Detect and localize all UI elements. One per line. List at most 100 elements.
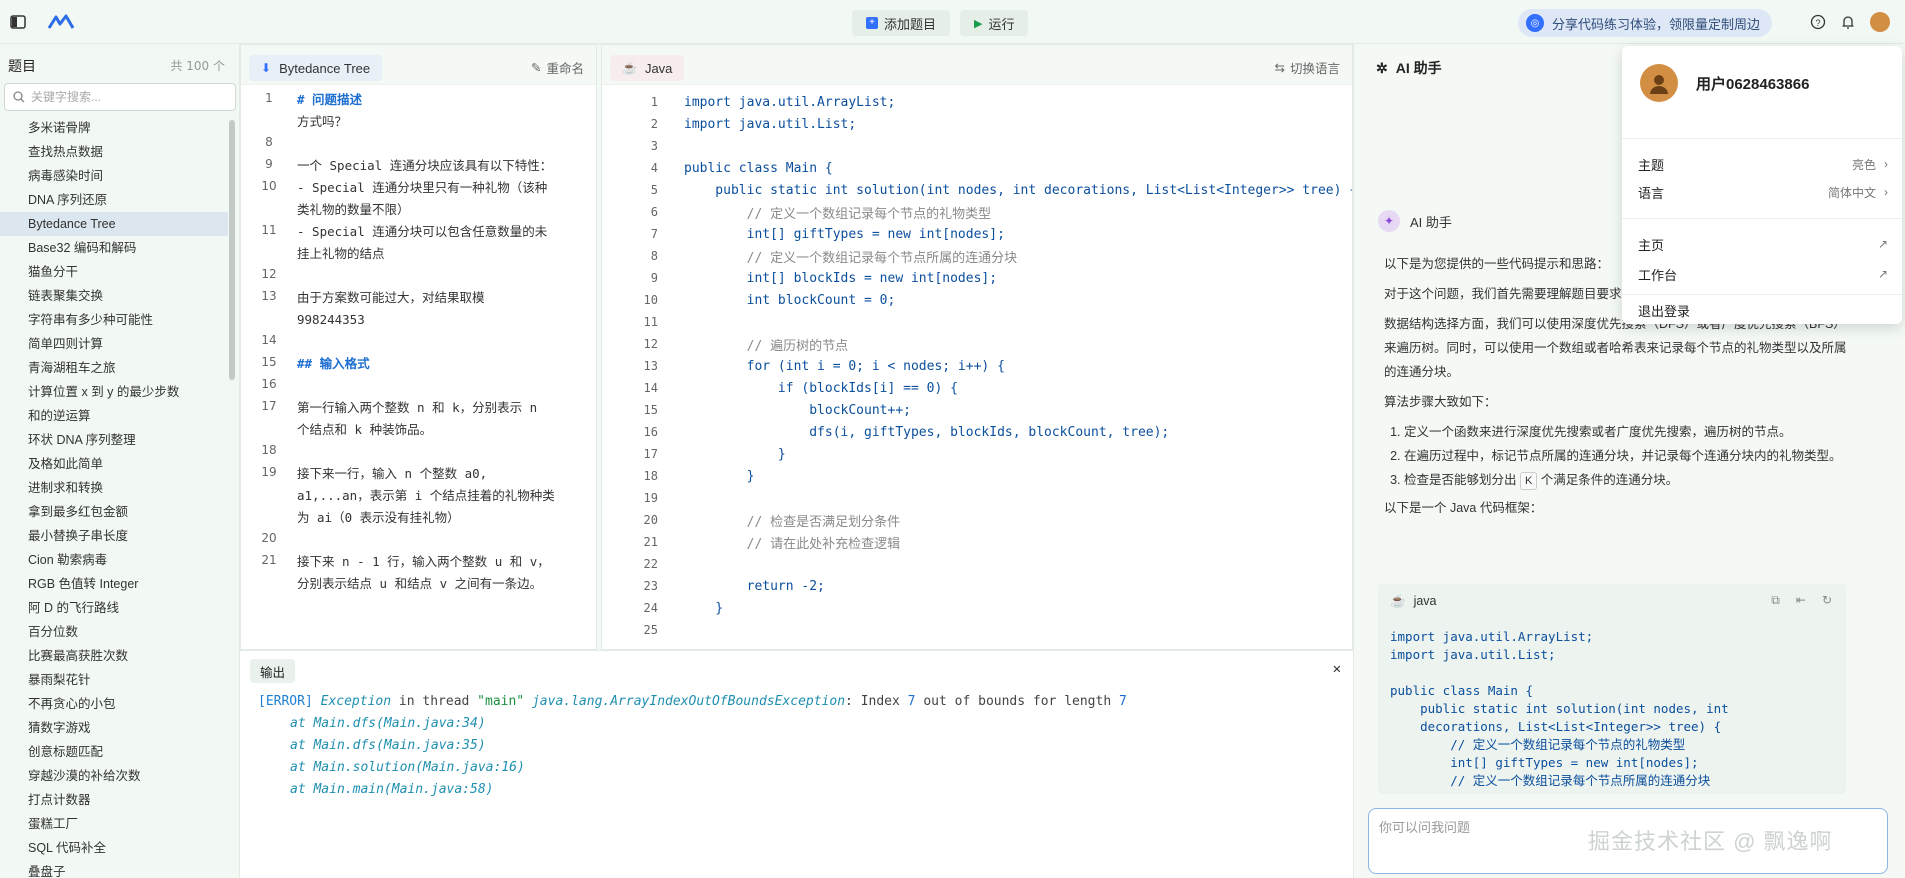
- problem-item[interactable]: 链表聚集交换: [0, 284, 228, 308]
- code-line[interactable]: 21 // 请在此处补充检查逻辑: [602, 531, 1352, 553]
- problem-item[interactable]: 简单四则计算: [0, 332, 228, 356]
- problem-item[interactable]: 阿 D 的飞行路线: [0, 596, 228, 620]
- problem-item[interactable]: 叠盘子: [0, 860, 228, 878]
- code-line[interactable]: 5 public static int solution(int nodes, …: [602, 179, 1352, 201]
- problem-item[interactable]: 蛋糕工厂: [0, 812, 228, 836]
- code-area[interactable]: 1 import java.util.ArrayList; 2 import java…: [602, 91, 1352, 649]
- code-line[interactable]: 17 }: [602, 443, 1352, 465]
- problem-item[interactable]: 猫鱼分干: [0, 260, 228, 284]
- editor-header: ☕ Java ⇆ 切换语言: [602, 45, 1352, 85]
- code-text: // 检查是否满足划分条件: [684, 514, 901, 530]
- problem-item[interactable]: 环状 DNA 序列整理: [0, 428, 228, 452]
- problem-item[interactable]: 和的逆运算: [0, 404, 228, 428]
- sidebar-toggle-icon[interactable]: [8, 12, 28, 32]
- line-number: 17: [261, 399, 277, 413]
- problem-item[interactable]: 多米诺骨牌: [0, 116, 228, 140]
- problem-count: 共 100 个: [170, 59, 225, 73]
- line-number: 20: [643, 513, 658, 527]
- code-line[interactable]: 24 }: [602, 597, 1352, 619]
- problem-item[interactable]: 拿到最多红包金额: [0, 500, 228, 524]
- watermark: 掘金技术社区 @ 飘逸啊: [1588, 829, 1833, 854]
- code-line[interactable]: 12 // 遍历树的节点: [602, 333, 1352, 355]
- problem-item[interactable]: 进制求和转换: [0, 476, 228, 500]
- code-line[interactable]: 14 if (blockIds[i] == 0) {: [602, 377, 1352, 399]
- problem-item[interactable]: 比赛最高获胜次数: [0, 644, 228, 668]
- code-editor-panel: ☕ Java ⇆ 切换语言 1 import java.util.ArrayLis…: [601, 44, 1353, 650]
- line-number: 25: [643, 623, 658, 637]
- code-line[interactable]: 7 int[] giftTypes = new int[nodes];: [602, 223, 1352, 245]
- line-number: 10: [261, 179, 277, 193]
- menu-item-language[interactable]: 语言 简体中文 ›: [1638, 180, 1888, 204]
- menu-item-theme[interactable]: 主题 亮色 ›: [1638, 152, 1888, 176]
- menu-item-logout[interactable]: 退出登录: [1638, 298, 1888, 322]
- problem-item[interactable]: 不再贪心的小包: [0, 692, 228, 716]
- code-line[interactable]: 18 }: [602, 465, 1352, 487]
- code-line[interactable]: 16 dfs(i, giftTypes, blockIds, blockCoun…: [602, 421, 1352, 443]
- problem-item[interactable]: SQL 代码补全: [0, 836, 228, 860]
- problem-item[interactable]: 计算位置 x 到 y 的最少步数: [0, 380, 228, 404]
- run-button[interactable]: ▶ 运行: [960, 10, 1029, 36]
- code-line[interactable]: 3: [602, 135, 1352, 157]
- search-input[interactable]: [31, 90, 221, 104]
- code-line[interactable]: 15 blockCount++;: [602, 399, 1352, 421]
- problem-item[interactable]: 猜数字游戏: [0, 716, 228, 740]
- ai-steps-list: 定义一个函数来进行深度优先搜索或者广度优先搜索，遍历树的节点。 在遍历过程中，标…: [1384, 420, 1854, 492]
- tab-description[interactable]: ⬇ Bytedance Tree: [249, 55, 383, 81]
- problem-item[interactable]: 暴雨梨花针: [0, 668, 228, 692]
- line-number: 19: [643, 491, 658, 505]
- problem-sidebar: 题目 共 100 个 多米诺骨牌查找热点数据病毒感染时间DNA 序列还原Byte…: [0, 44, 240, 878]
- external-link-icon: ↗: [1877, 237, 1888, 251]
- menu-item-workspace[interactable]: 工作台 ↗: [1638, 262, 1888, 286]
- problem-item[interactable]: DNA 序列还原: [0, 188, 228, 212]
- problem-item[interactable]: 青海湖租车之旅: [0, 356, 228, 380]
- tab-java[interactable]: ☕ Java: [610, 55, 685, 81]
- problem-item[interactable]: 字符串有多少种可能性: [0, 308, 228, 332]
- menu-divider: [1622, 138, 1902, 139]
- code-line[interactable]: 6 // 定义一个数组记录每个节点的礼物类型: [602, 201, 1352, 223]
- ai-paragraph: 算法步骤大致如下：: [1384, 395, 1497, 409]
- problem-item[interactable]: Base32 编码和解码: [0, 236, 228, 260]
- marscode-logo-icon[interactable]: [46, 12, 76, 32]
- menu-item-home[interactable]: 主页 ↗: [1638, 232, 1888, 256]
- problem-item[interactable]: Bytedance Tree: [0, 212, 228, 236]
- refresh-icon[interactable]: ↻: [1822, 593, 1832, 608]
- description-text: [297, 331, 555, 353]
- code-line[interactable]: 10 int blockCount = 0;: [602, 289, 1352, 311]
- problem-search[interactable]: [4, 83, 236, 111]
- code-line[interactable]: 20 // 检查是否满足划分条件: [602, 509, 1352, 531]
- code-line[interactable]: 11: [602, 311, 1352, 333]
- rename-button[interactable]: ✎ 重命名: [531, 58, 584, 77]
- code-line[interactable]: 2 import java.util.List;: [602, 113, 1352, 135]
- add-problem-button[interactable]: + 添加题目: [852, 10, 951, 36]
- problem-item[interactable]: RGB 色值转 Integer: [0, 572, 228, 596]
- code-line[interactable]: 8 // 定义一个数组记录每个节点所属的连通分块: [602, 245, 1352, 267]
- code-line[interactable]: 23 return -2;: [602, 575, 1352, 597]
- problem-item[interactable]: Cion 勒索病毒: [0, 548, 228, 572]
- bell-icon[interactable]: [1838, 12, 1858, 32]
- problem-item[interactable]: 百分位数: [0, 620, 228, 644]
- code-line[interactable]: 13 for (int i = 0; i < nodes; i++) {: [602, 355, 1352, 377]
- problem-item[interactable]: 及格如此简单: [0, 452, 228, 476]
- code-line[interactable]: 22: [602, 553, 1352, 575]
- promo-banner[interactable]: ◎ 分享代码练习体验，领限量定制周边: [1518, 9, 1772, 37]
- copy-icon[interactable]: ⧉: [1771, 593, 1780, 608]
- close-icon[interactable]: ✕: [1333, 661, 1341, 677]
- code-line[interactable]: 25: [602, 619, 1352, 641]
- tab-output[interactable]: 输出: [250, 659, 296, 683]
- download-icon: ⬇: [261, 61, 272, 75]
- problem-item[interactable]: 打点计数器: [0, 788, 228, 812]
- sidebar-scrollbar[interactable]: [229, 120, 235, 380]
- insert-icon[interactable]: ⇤: [1796, 593, 1806, 608]
- help-icon[interactable]: ?: [1808, 12, 1828, 32]
- code-line[interactable]: 19: [602, 487, 1352, 509]
- problem-item[interactable]: 最小替换子串长度: [0, 524, 228, 548]
- problem-item[interactable]: 创意标题匹配: [0, 740, 228, 764]
- code-line[interactable]: 4 public class Main {: [602, 157, 1352, 179]
- problem-item[interactable]: 查找热点数据: [0, 140, 228, 164]
- user-avatar-icon[interactable]: [1870, 12, 1890, 32]
- switch-language-button[interactable]: ⇆ 切换语言: [1275, 58, 1341, 77]
- problem-item[interactable]: 病毒感染时间: [0, 164, 228, 188]
- code-line[interactable]: 1 import java.util.ArrayList;: [602, 91, 1352, 113]
- problem-item[interactable]: 穿越沙漠的补给次数: [0, 764, 228, 788]
- code-line[interactable]: 9 int[] blockIds = new int[nodes];: [602, 267, 1352, 289]
